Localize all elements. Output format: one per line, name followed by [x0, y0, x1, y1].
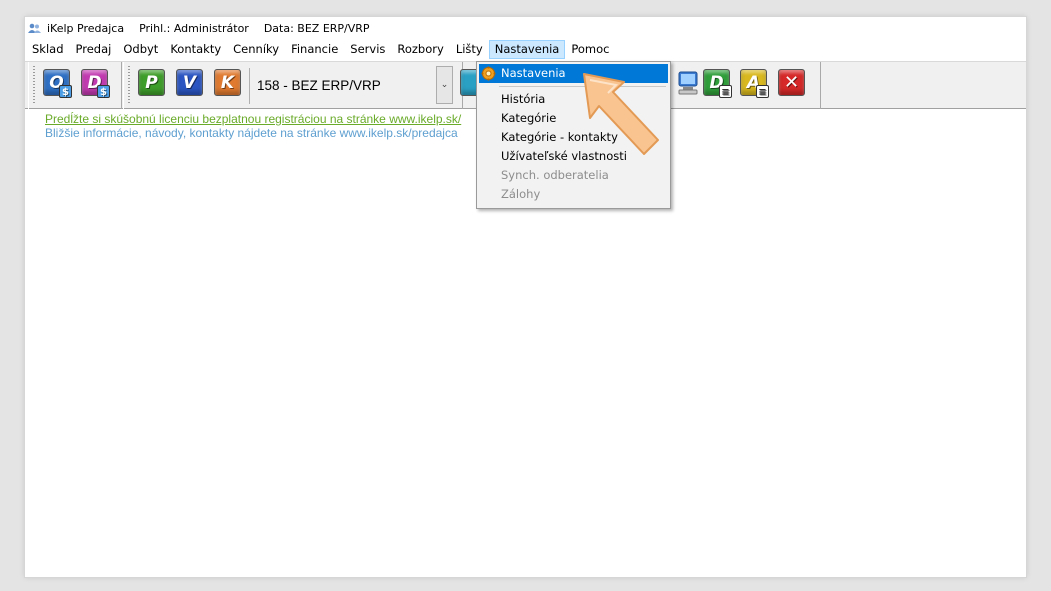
v-button[interactable]: V	[174, 67, 205, 98]
menu-nastavenia[interactable]: Nastavenia	[488, 40, 566, 59]
dropdown-item-zalohy: Zálohy	[501, 187, 541, 201]
app-title: iKelp Predajca	[47, 21, 125, 35]
delivery-cost-button[interactable]: D $	[79, 67, 110, 98]
dropdown-item-kategorie-kontakty[interactable]: Kategórie - kontakty	[479, 128, 668, 147]
toolbar-separator	[249, 68, 250, 104]
menu-financie[interactable]: Financie	[285, 40, 344, 59]
d-doc-button[interactable]: D ≡	[701, 67, 732, 98]
login-info: Prihl.: Administrátor	[139, 21, 249, 35]
menu-bar: Sklad Predaj Odbyt Kontakty Cenníky Fina…	[25, 39, 1026, 60]
menu-sklad[interactable]: Sklad	[25, 40, 70, 59]
menu-separator	[499, 86, 666, 87]
dropdown-item-uzivatelske-vlastnosti[interactable]: Užívateľské vlastnosti	[479, 147, 668, 166]
main-content: Predĺžte si skúšobnú licenciu bezplatnou…	[45, 112, 461, 141]
menu-predaj[interactable]: Predaj	[70, 40, 118, 59]
a-doc-button[interactable]: A ≡	[738, 67, 769, 98]
data-info: Data: BEZ ERP/VRP	[263, 21, 370, 35]
dropdown-item-synch-odberatelia: Synch. odberatelia	[501, 168, 609, 182]
letter-o-icon: O $	[43, 69, 72, 98]
computer-icon	[678, 71, 697, 94]
toolbar-group-tools: D ≡ A ≡ ✕	[645, 62, 821, 109]
toolbar-group-documents: O $ D $	[28, 62, 122, 109]
menu-cenniky[interactable]: Cenníky	[227, 40, 285, 59]
close-button[interactable]: ✕	[776, 67, 807, 98]
combo-value: 158 - BEZ ERP/VRP	[257, 77, 381, 93]
letter-p-icon: P	[138, 69, 165, 96]
letter-d-icon: D $	[81, 69, 110, 98]
menu-pomoc[interactable]: Pomoc	[565, 40, 615, 59]
menu-odbyt[interactable]: Odbyt	[117, 40, 164, 59]
chevron-down-icon[interactable]: ⌄	[436, 66, 453, 104]
letter-k-icon: K	[214, 69, 241, 96]
dropdown-item-historia[interactable]: História	[479, 90, 668, 109]
data-select-combo[interactable]: 158 - BEZ ERP/VRP ⌄	[251, 64, 453, 106]
close-icon: ✕	[778, 69, 805, 96]
menu-kontakty[interactable]: Kontakty	[164, 40, 227, 59]
info-text: Bližšie informácie, návody, kontakty náj…	[45, 126, 458, 140]
p-button[interactable]: P	[136, 67, 167, 98]
letter-a-doc-icon: A ≡	[740, 69, 769, 98]
menu-listy[interactable]: Lišty	[450, 40, 489, 59]
title-bar: iKelp Predajca Prihl.: Administrátor Dat…	[25, 17, 1026, 39]
letter-d-doc-icon: D ≡	[703, 69, 732, 98]
users-icon	[28, 23, 41, 33]
computer-button[interactable]	[672, 67, 703, 98]
menu-servis[interactable]: Servis	[344, 40, 391, 59]
k-button[interactable]: K	[212, 67, 243, 98]
toolbar-grip[interactable]	[128, 66, 130, 104]
gear-icon	[481, 66, 496, 81]
letter-v-icon: V	[176, 69, 203, 96]
registration-link[interactable]: Predĺžte si skúšobnú licenciu bezplatnou…	[45, 112, 461, 126]
order-cost-button[interactable]: O $	[41, 67, 72, 98]
dropdown-item-kategorie[interactable]: Kategórie	[479, 109, 668, 128]
dropdown-item-nastavenia[interactable]: Nastavenia	[479, 64, 668, 83]
nastavenia-dropdown: Nastavenia História Kategórie Kategórie …	[476, 61, 671, 209]
dropdown-item-label: Nastavenia	[501, 66, 566, 80]
menu-rozbory[interactable]: Rozbory	[391, 40, 449, 59]
toolbar-grip[interactable]	[33, 66, 35, 104]
